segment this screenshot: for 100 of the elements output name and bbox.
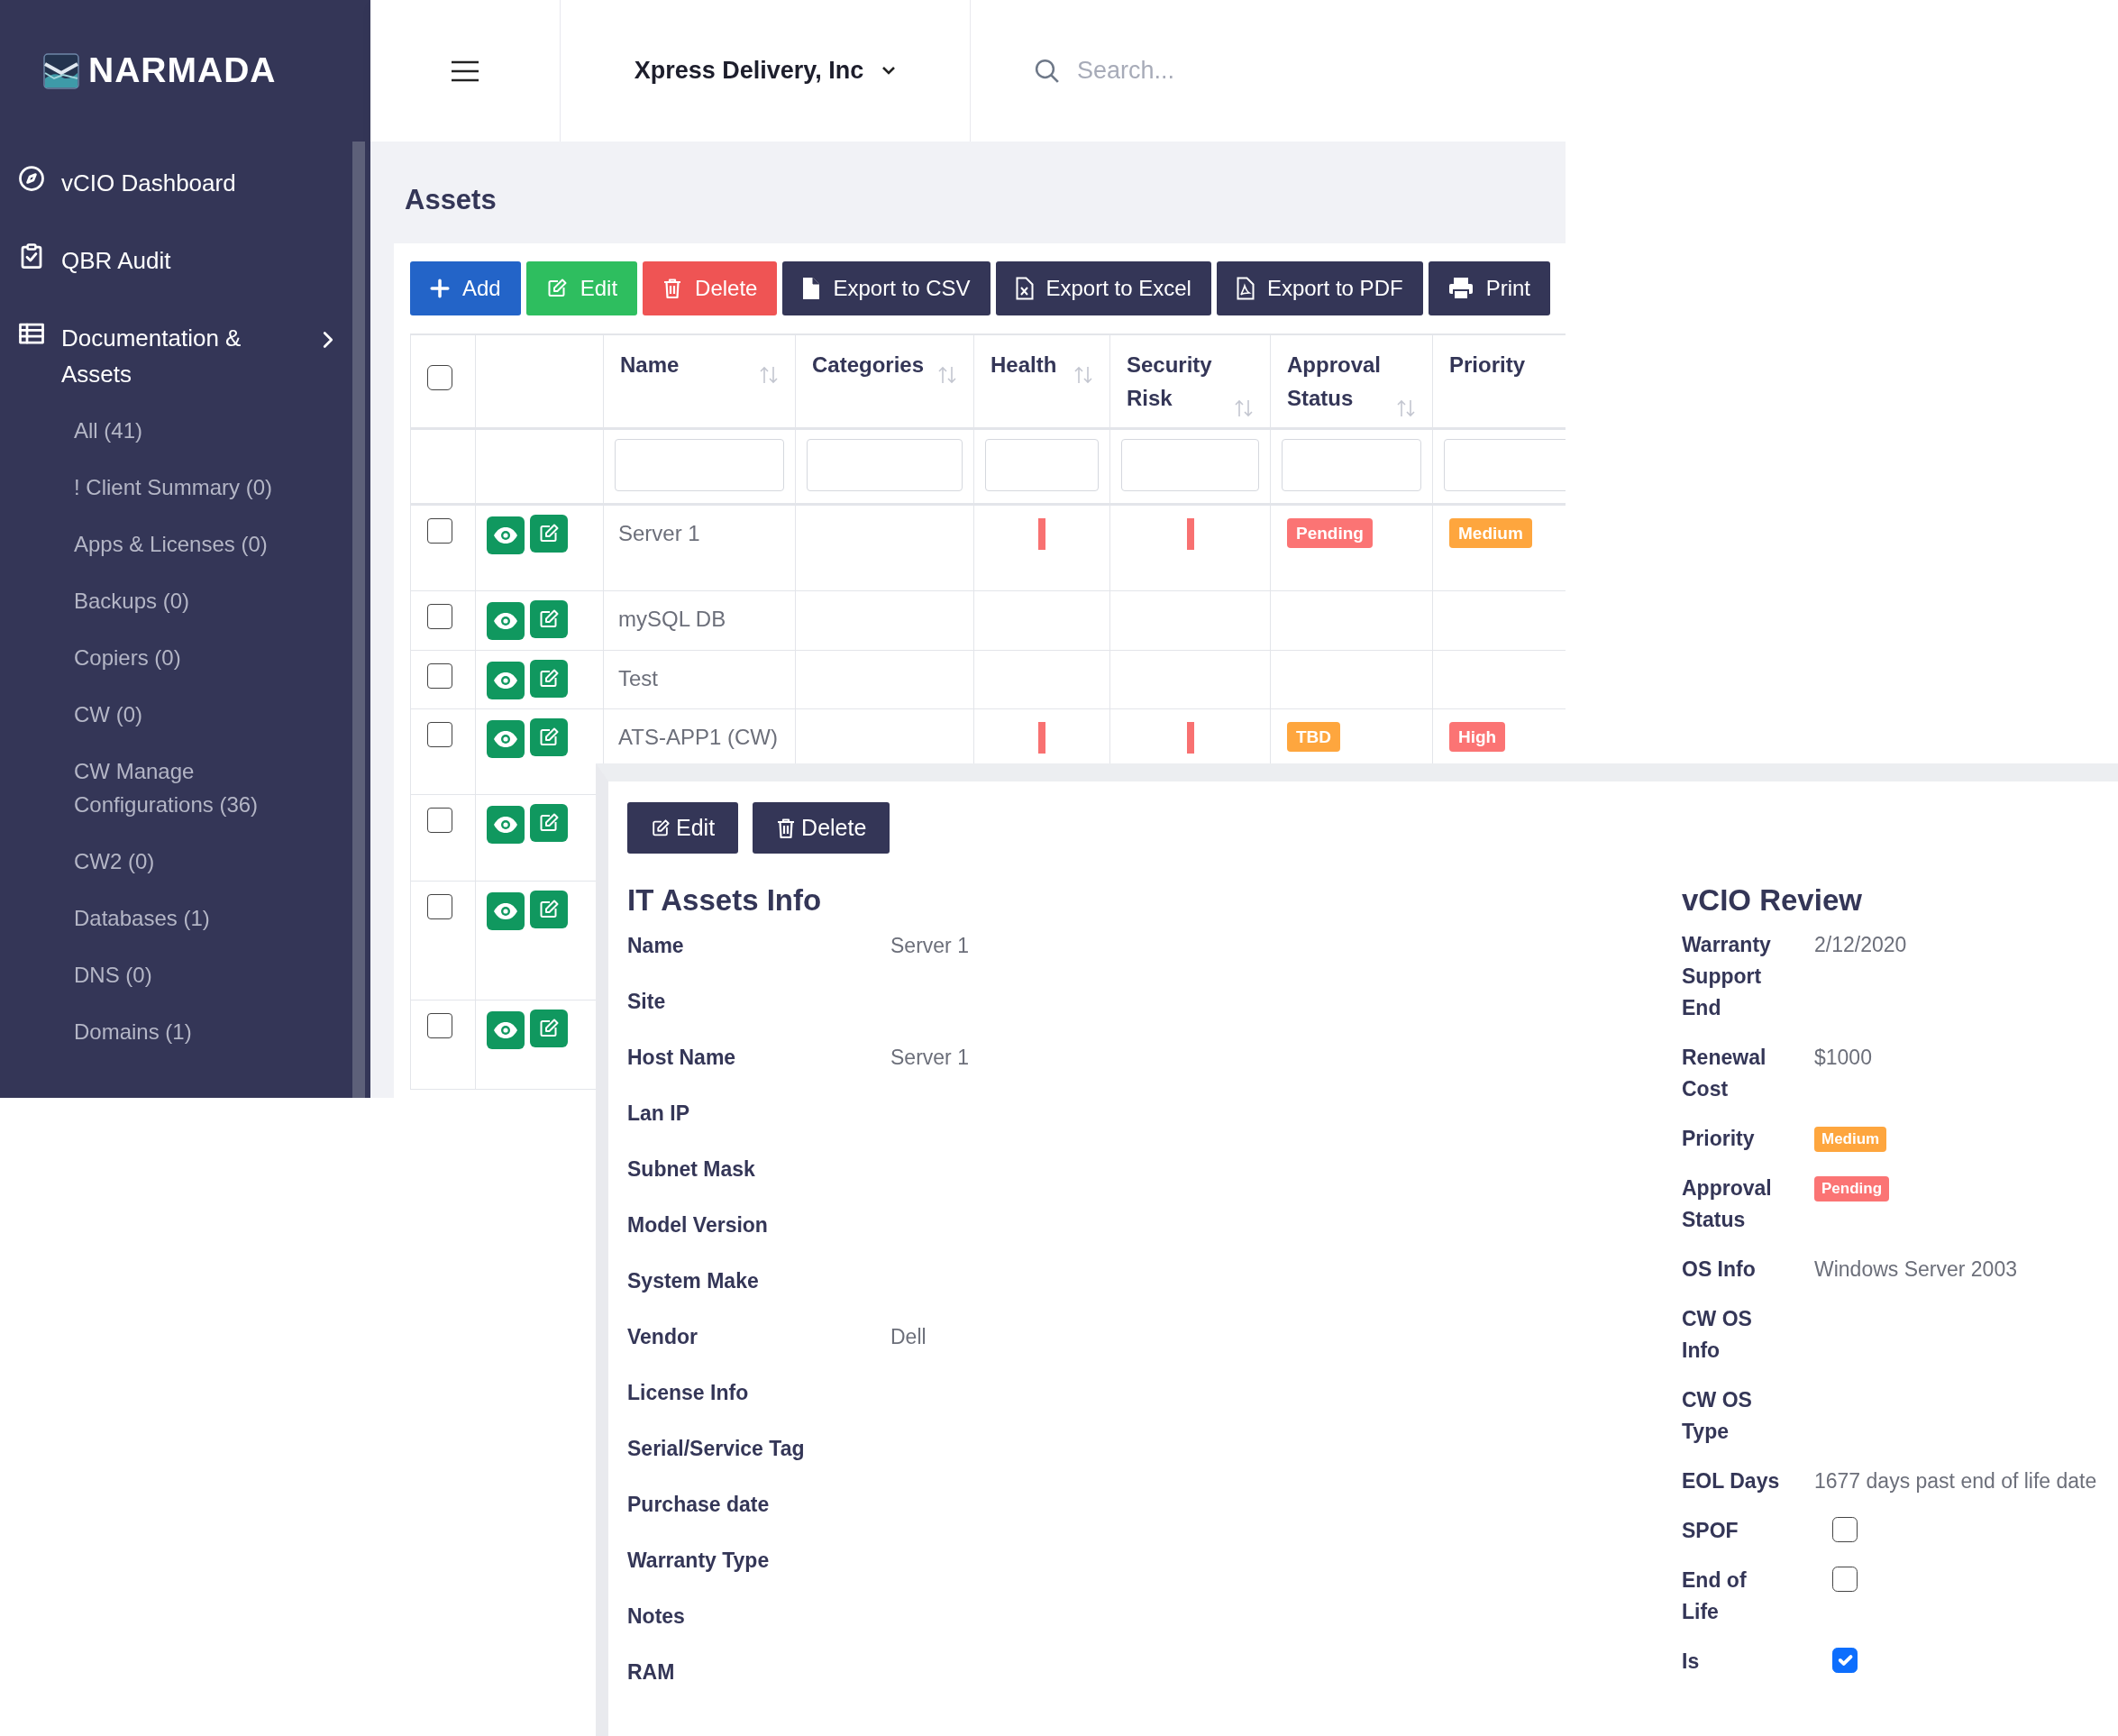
asset-name: mySQL DB (618, 607, 726, 632)
view-button[interactable] (487, 662, 525, 700)
field-checkbox[interactable] (1832, 1567, 1858, 1592)
file-icon (802, 277, 821, 301)
row-checkbox[interactable] (427, 604, 452, 630)
sidebar-item[interactable]: vCIO Dashboard (0, 154, 352, 232)
sidebar-subitem[interactable]: Domains (1) (0, 1004, 352, 1061)
field-label: Notes (627, 1604, 686, 1630)
filter-field[interactable] (1121, 439, 1259, 492)
column-header[interactable]: Health (991, 348, 1057, 382)
export-pdf-button[interactable]: Export to PDF (1216, 261, 1423, 316)
company-dropdown[interactable]: Xpress Delivery, Inc (628, 51, 902, 90)
edit-button[interactable] (530, 804, 568, 843)
view-button[interactable] (487, 516, 525, 555)
page-title: Assets (405, 183, 498, 217)
field-label: CW OS Info (1682, 1306, 1753, 1364)
view-button[interactable] (487, 602, 525, 641)
sort-icon (1396, 398, 1416, 419)
filter-field[interactable] (1444, 439, 1566, 492)
edit-button[interactable] (530, 718, 568, 757)
field-label: Host Name (627, 1045, 737, 1071)
select-all-checkbox[interactable] (427, 364, 452, 390)
view-button[interactable] (487, 806, 525, 845)
view-button[interactable] (487, 892, 525, 931)
field-label: Warranty Support End (1682, 932, 1772, 1021)
field-checkbox[interactable] (1832, 1517, 1858, 1542)
sidebar-subitem[interactable]: Apps & Licenses (0) (0, 516, 352, 573)
filter-field[interactable] (1282, 439, 1421, 492)
row-checkbox[interactable] (427, 663, 452, 690)
field-label: Purchase date (627, 1492, 771, 1518)
filter-field[interactable] (807, 439, 963, 492)
approval-badge: TBD (1287, 722, 1341, 753)
sort-icon (1073, 365, 1093, 386)
sidebar-subitem[interactable]: Backups (0) (0, 573, 352, 630)
edit-button[interactable] (530, 660, 568, 699)
field-value: Dell (890, 1324, 927, 1350)
chevron-right-icon (322, 331, 334, 349)
edit-button[interactable] (530, 515, 568, 553)
row-checkbox[interactable] (427, 518, 452, 544)
row-checkbox[interactable] (427, 1013, 452, 1039)
field-value: 2/12/2020 (1814, 932, 1907, 958)
sidebar-subitem[interactable]: Databases (1) (0, 891, 352, 947)
edit-button[interactable]: Edit (627, 802, 739, 854)
sidebar-item[interactable]: QBR Audit (0, 232, 352, 309)
sidebar-subitem[interactable]: ! Client Summary (0) (0, 460, 352, 516)
eye-icon (493, 612, 518, 631)
field-label: Subnet Mask (627, 1156, 756, 1183)
section-title: vCIO Review (1682, 882, 1863, 918)
eye-icon (493, 902, 518, 921)
eye-icon (493, 1021, 518, 1040)
field-label: EOL Days (1682, 1468, 1781, 1494)
field-value: 1677 days past end of life date (1814, 1468, 2097, 1494)
view-button[interactable] (487, 720, 525, 759)
sidebar-item[interactable]: Documentation & Assets (0, 309, 352, 403)
sort-icon (1234, 398, 1254, 419)
section-title: IT Assets Info (627, 882, 823, 918)
priority-badge: Medium (1449, 518, 1532, 549)
field-label: SPOF (1682, 1518, 1739, 1544)
row-checkbox[interactable] (427, 722, 452, 748)
field-label: Model Version (627, 1212, 769, 1238)
row-checkbox[interactable] (427, 808, 452, 834)
scrollbar[interactable] (352, 142, 365, 1098)
view-button[interactable] (487, 1011, 525, 1050)
filter-field[interactable] (985, 439, 1099, 492)
edit-button[interactable] (530, 891, 568, 929)
row-checkbox[interactable] (427, 894, 452, 920)
asset-name: Test (618, 666, 658, 691)
column-header[interactable]: Name (620, 348, 680, 382)
add-button[interactable]: Add (410, 261, 521, 316)
field-label: End of Life (1682, 1567, 1748, 1625)
sidebar-subitem[interactable]: Copiers (0) (0, 630, 352, 687)
search-field[interactable]: Search... (1075, 51, 1436, 90)
excel-file-icon (1015, 277, 1034, 301)
edit-button[interactable] (530, 1010, 568, 1048)
sidebar-subitem[interactable]: CW (0) (0, 687, 352, 744)
print-button[interactable]: Print (1428, 261, 1550, 316)
export-excel-button[interactable]: Export to Excel (995, 261, 1211, 316)
filter-field[interactable] (615, 439, 784, 492)
field-label: Is (1682, 1649, 1701, 1675)
menu-button[interactable] (451, 59, 479, 82)
health-indicator (1038, 722, 1045, 754)
field-checkbox[interactable] (1832, 1648, 1858, 1673)
field-label: OS Info (1682, 1256, 1757, 1283)
eye-icon (493, 526, 518, 545)
sidebar-subitem[interactable]: All (41) (0, 403, 352, 460)
field-label: Site (627, 989, 667, 1015)
printer-icon (1447, 277, 1474, 301)
eye-icon (493, 730, 518, 749)
sidebar-subitem[interactable]: CW Manage Configurations (36) (0, 744, 352, 834)
risk-indicator (1186, 722, 1194, 754)
field-label: Serial/Service Tag (627, 1436, 806, 1462)
menu-icon (451, 59, 479, 82)
sidebar-subitem[interactable]: CW2 (0) (0, 834, 352, 891)
sidebar-subitem[interactable]: DNS (0) (0, 947, 352, 1004)
delete-button[interactable]: Delete (753, 802, 890, 854)
export-csv-button[interactable]: Export to CSV (782, 261, 991, 316)
sort-icon (937, 365, 957, 386)
field-label: Warranty Type (627, 1548, 771, 1574)
edit-button[interactable] (530, 600, 568, 639)
asset-name: ATS-APP1 (CW) (618, 725, 778, 750)
